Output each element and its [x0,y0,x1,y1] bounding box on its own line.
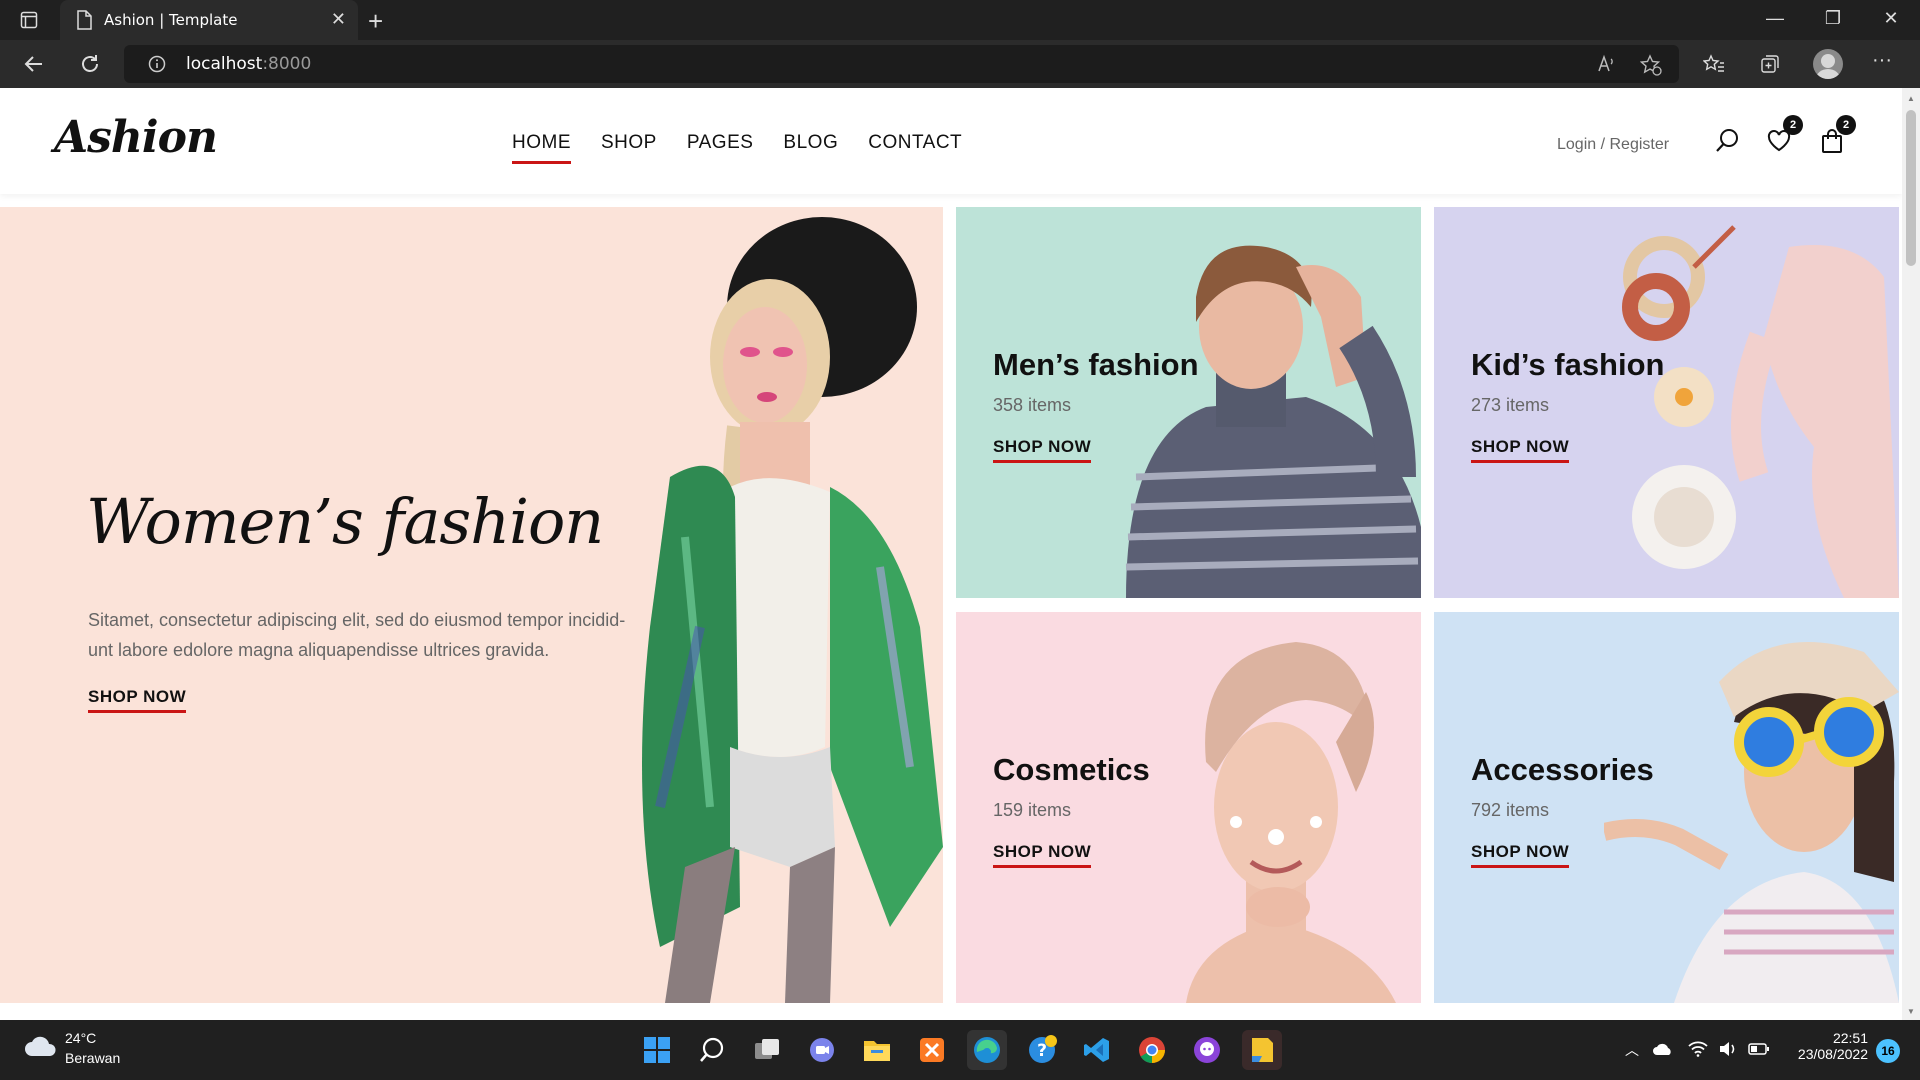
search-icon[interactable] [1715,128,1739,159]
weather-condition: Berawan [65,1050,121,1066]
wishlist-count-badge: 2 [1783,115,1803,135]
page-viewport: Ashion HOME SHOP PAGES BLOG CONTACT Logi… [0,88,1902,1020]
start-menu-icon[interactable] [637,1030,677,1070]
main-menu: HOME SHOP PAGES BLOG CONTACT [512,132,992,164]
category-banner-mens: Men’s fashion 358 items SHOP NOW [956,207,1421,598]
weather-temperature: 24°C [65,1030,97,1046]
search-taskbar-icon[interactable] [692,1030,732,1070]
get-help-icon[interactable]: ? [1022,1030,1062,1070]
task-view-icon[interactable] [747,1030,787,1070]
page-icon [76,10,92,35]
address-bar[interactable]: localhost:8000 [124,45,1679,83]
restore-button[interactable]: ❐ [1818,8,1848,29]
kids-item-count: 273 items [1471,395,1550,415]
menu-blog[interactable]: BLOG [783,132,838,154]
read-aloud-icon[interactable] [1596,54,1616,79]
login-register-link[interactable]: Login / Register [1557,136,1669,154]
xampp-icon[interactable] [912,1030,952,1070]
url-text: localhost:8000 [186,54,312,74]
github-desktop-icon[interactable] [1187,1030,1227,1070]
notification-count-badge[interactable]: 16 [1876,1039,1900,1063]
tab-actions-icon[interactable] [18,9,40,31]
profile-avatar[interactable] [1813,49,1843,79]
kids-products-image [1622,225,1899,598]
scroll-down-icon[interactable]: ▼ [1906,1007,1916,1016]
cosmetics-category-title: Cosmetics [993,752,1150,787]
add-favorite-icon[interactable] [1639,54,1662,81]
cosmetics-model-image [1186,642,1396,1003]
category-banner-accessories: Accessories 792 items SHOP NOW [1434,612,1899,1003]
browser-tab-bar: Ashion | Template ✕ + — ❐ ✕ [0,0,1920,40]
accessories-item-count: 792 items [1471,800,1550,820]
mens-item-count: 358 items [993,395,1072,415]
site-logo[interactable]: Ashion [54,112,218,163]
windows-taskbar: 24°C Berawan ? ︿ 22:51 23/08/2022 16 [0,1020,1920,1080]
cosmetics-shop-now-link[interactable]: SHOP NOW [993,842,1092,868]
hero-banner-womens: Women’s fashion Sitamet, consectetur adi… [0,207,943,1003]
hero-title: Women’s fashion [86,485,604,558]
vscode-icon[interactable] [1077,1030,1117,1070]
clock-date: 23/08/2022 [1797,1046,1868,1062]
minimize-button[interactable]: — [1760,8,1790,29]
edge-browser-icon[interactable] [967,1030,1007,1070]
file-explorer-icon[interactable] [857,1030,897,1070]
hero-description-line-2: unt labore edolore magna aliquapendisse … [88,640,550,660]
system-clock[interactable]: 22:51 23/08/2022 [1790,1030,1868,1062]
browser-tab-active[interactable]: Ashion | Template ✕ [60,0,358,40]
menu-home[interactable]: HOME [512,132,571,164]
volume-icon[interactable] [1718,1041,1738,1060]
onedrive-icon[interactable] [1652,1042,1674,1059]
hero-description: Sitamet, consectetur adipiscing elit, se… [88,605,688,665]
refresh-icon[interactable] [78,52,102,81]
collections-icon[interactable] [1759,53,1781,80]
hero-description-line-1: Sitamet, consectetur adipiscing elit, se… [88,610,626,630]
accessories-shop-now-link[interactable]: SHOP NOW [1471,842,1570,868]
cosmetics-item-count: 159 items [993,800,1072,820]
kids-shop-now-link[interactable]: SHOP NOW [1471,437,1570,463]
favorites-icon[interactable] [1702,53,1725,80]
site-info-icon[interactable] [148,55,166,78]
scroll-up-icon[interactable]: ▲ [1906,94,1916,103]
accessories-category-title: Accessories [1471,752,1654,787]
category-banner-kids: Kid’s fashion 273 items SHOP NOW [1434,207,1899,598]
hero-shop-now-link[interactable]: SHOP NOW [88,687,187,713]
menu-shop[interactable]: SHOP [601,132,657,154]
back-icon[interactable] [22,52,46,81]
cart-count-badge: 2 [1836,115,1856,135]
wifi-icon[interactable] [1688,1041,1708,1060]
menu-contact[interactable]: CONTACT [868,132,962,154]
category-banner-cosmetics: Cosmetics 159 items SHOP NOW [956,612,1421,1003]
mens-shop-now-link[interactable]: SHOP NOW [993,437,1092,463]
new-tab-button[interactable]: + [368,6,383,37]
kids-category-title: Kid’s fashion [1471,347,1665,382]
sticky-notes-icon[interactable] [1242,1030,1282,1070]
menu-pages[interactable]: PAGES [687,132,754,154]
battery-icon[interactable] [1748,1042,1770,1059]
chrome-icon[interactable] [1132,1030,1172,1070]
clock-time: 22:51 [1832,1030,1868,1046]
more-options-icon[interactable]: ··· [1872,49,1892,72]
close-window-button[interactable]: ✕ [1876,8,1906,29]
tab-title: Ashion | Template [104,11,238,29]
show-hidden-icons[interactable]: ︿ [1625,1040,1639,1060]
teams-chat-icon[interactable] [802,1030,842,1070]
close-tab-icon[interactable]: ✕ [331,9,346,30]
site-header: Ashion HOME SHOP PAGES BLOG CONTACT Logi… [0,88,1902,194]
svg-text:?: ? [1037,1041,1047,1061]
browser-toolbar: localhost:8000 ··· [0,40,1920,88]
cloud-icon[interactable] [24,1034,58,1063]
mens-model-image [1125,245,1421,598]
accessories-model-image [1604,642,1899,1003]
page-scrollbar[interactable]: ▲ ▼ [1902,88,1920,1020]
scrollbar-thumb[interactable] [1906,110,1916,266]
mens-category-title: Men’s fashion [993,347,1199,382]
